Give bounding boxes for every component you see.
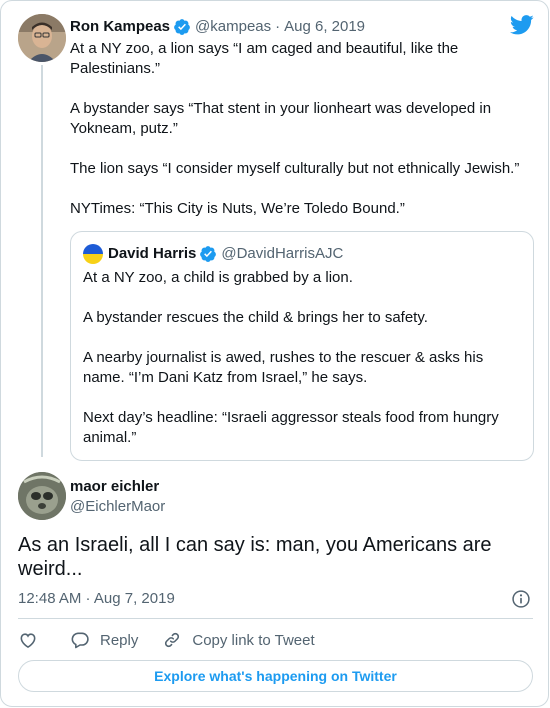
tweet-paragraph: A bystander says “That stent in your lio… xyxy=(70,100,492,137)
copy-link-label: Copy link to Tweet xyxy=(192,631,315,649)
quoted-paragraph: A nearby journalist is awed, rushes to t… xyxy=(83,349,484,386)
info-icon[interactable] xyxy=(511,589,531,609)
parent-tweet-header: Ron Kampeas @kampeas · Aug 6, 2019 xyxy=(70,17,365,37)
quoted-paragraph: At a NY zoo, a child is grabbed by a lio… xyxy=(83,269,353,286)
author-handle[interactable]: @kampeas xyxy=(195,17,271,37)
reply-author-handle[interactable]: @EichlerMaor xyxy=(70,497,165,517)
parent-tweet-text: At a NY zoo, a lion says “I am caged and… xyxy=(70,39,535,219)
tweet-paragraph: The lion says “I consider myself cultura… xyxy=(70,160,520,177)
quoted-author-handle: @DavidHarrisAJC xyxy=(221,245,344,262)
quoted-tweet-header: David Harris @DavidHarrisAJC xyxy=(83,244,343,264)
reply-tweet-text: As an Israeli, all I can say is: man, yo… xyxy=(18,534,492,580)
quoted-tweet[interactable]: David Harris @DavidHarrisAJC At a NY zoo… xyxy=(70,231,534,461)
tweet-embed-card: Ron Kampeas @kampeas · Aug 6, 2019 At a … xyxy=(0,0,549,707)
explore-twitter-button[interactable]: Explore what's happening on Twitter xyxy=(18,660,533,692)
author-name[interactable]: Ron Kampeas xyxy=(70,17,170,37)
thread-connector-line xyxy=(41,65,43,457)
avatar-david-harris xyxy=(83,244,103,264)
quoted-tweet-text: At a NY zoo, a child is grabbed by a lio… xyxy=(83,268,513,448)
quoted-paragraph: A bystander rescues the child & brings h… xyxy=(83,309,428,326)
divider xyxy=(18,618,533,619)
reply-label: Reply xyxy=(100,631,139,649)
verified-badge-icon xyxy=(200,246,217,262)
like-button[interactable] xyxy=(18,630,38,650)
tweet-paragraph: At a NY zoo, a lion says “I am caged and… xyxy=(70,40,459,77)
copy-link-button[interactable]: Copy link to Tweet xyxy=(162,630,315,650)
tweet-date[interactable]: Aug 6, 2019 xyxy=(284,17,365,37)
quoted-author-name: David Harris xyxy=(108,245,197,262)
reply-timestamp[interactable]: 12:48 AM · Aug 7, 2019 xyxy=(18,589,175,609)
verified-badge-icon xyxy=(174,19,190,35)
avatar-ron-kampeas[interactable] xyxy=(18,14,66,62)
twitter-bird-icon[interactable] xyxy=(510,15,534,35)
header-separator: · xyxy=(275,18,281,35)
action-bar: Reply Copy link to Tweet xyxy=(18,628,339,652)
reply-bubble-icon xyxy=(71,632,89,649)
tweet-paragraph: NYTimes: “This City is Nuts, We’re Toled… xyxy=(70,200,405,217)
heart-icon xyxy=(20,633,36,648)
quoted-paragraph: Next day’s headline: “Israeli aggressor … xyxy=(83,409,499,446)
link-icon xyxy=(165,632,180,648)
reply-button[interactable]: Reply xyxy=(70,630,138,650)
reply-author-name[interactable]: maor eichler xyxy=(70,477,159,497)
avatar-maor-eichler[interactable] xyxy=(18,472,66,520)
